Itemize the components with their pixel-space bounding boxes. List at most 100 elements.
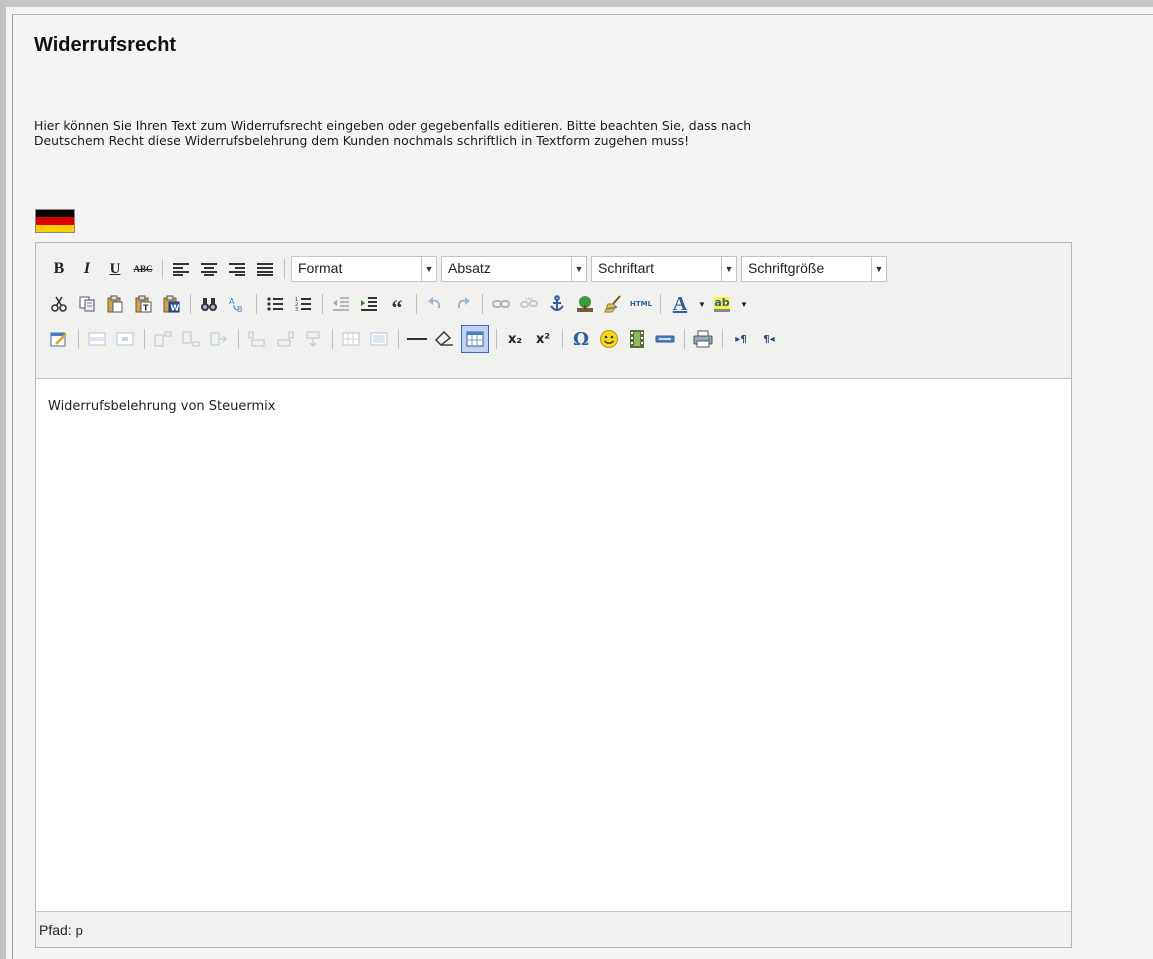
- editor-status-bar: Pfad: p: [36, 911, 1071, 947]
- cleanup-icon[interactable]: [601, 292, 625, 316]
- chevron-down-icon[interactable]: ▼: [571, 257, 586, 281]
- page-description: Hier können Sie Ihren Text zum Widerrufs…: [34, 118, 1149, 148]
- chevron-down-icon[interactable]: ▼: [421, 257, 436, 281]
- cut-icon[interactable]: [47, 292, 71, 316]
- toolbar-separator: [482, 294, 483, 314]
- table-cell-props-icon[interactable]: [113, 327, 137, 351]
- split-cells-icon[interactable]: [339, 327, 363, 351]
- align-left-icon[interactable]: [169, 257, 193, 281]
- editor-content-area[interactable]: Widerrufsbelehrung von Steuermix: [36, 379, 1071, 911]
- indent-icon[interactable]: [357, 292, 381, 316]
- toolbar-separator: [256, 294, 257, 314]
- italic-button[interactable]: I: [75, 257, 99, 281]
- editor-content-text[interactable]: Widerrufsbelehrung von Steuermix: [48, 399, 275, 414]
- svg-text:3: 3: [295, 307, 298, 312]
- visual-aid-icon[interactable]: [461, 325, 489, 353]
- print-icon[interactable]: [691, 327, 715, 351]
- germany-flag-icon[interactable]: [35, 209, 75, 233]
- editor-toolbar: B I U ABC Format ▼ Absatz ▼ Schriftart ▼…: [36, 243, 1071, 379]
- svg-text:T: T: [143, 304, 149, 313]
- font-size-select[interactable]: Schriftgröße ▼: [741, 256, 887, 282]
- bold-button[interactable]: B: [47, 257, 71, 281]
- page-break-icon[interactable]: [653, 327, 677, 351]
- numbered-list-icon[interactable]: 123: [291, 292, 315, 316]
- toolbar-separator: [416, 294, 417, 314]
- horizontal-rule-icon[interactable]: [405, 327, 429, 351]
- link-icon[interactable]: [489, 292, 513, 316]
- special-character-icon[interactable]: Ω: [569, 327, 593, 351]
- toolbar-separator: [144, 329, 145, 349]
- insert-row-before-icon[interactable]: [151, 327, 175, 351]
- toolbar-separator: [684, 329, 685, 349]
- align-justify-icon[interactable]: [253, 257, 277, 281]
- paste-word-icon[interactable]: W: [159, 292, 183, 316]
- image-icon[interactable]: [573, 292, 597, 316]
- underline-button[interactable]: U: [103, 257, 127, 281]
- anchor-icon[interactable]: [545, 292, 569, 316]
- chevron-down-icon[interactable]: ▼: [697, 292, 707, 316]
- strikethrough-button[interactable]: ABC: [131, 257, 155, 281]
- redo-icon[interactable]: [451, 292, 475, 316]
- emoticon-icon[interactable]: [597, 327, 621, 351]
- edit-properties-icon[interactable]: [47, 327, 71, 351]
- paragraph-select-value: Absatz: [448, 260, 491, 276]
- toolbar-separator: [332, 329, 333, 349]
- flag-stripe-red: [36, 217, 74, 225]
- font-color-letter: A: [672, 293, 688, 315]
- page-title: Widerrufsrecht: [34, 34, 177, 56]
- toolbar-separator: [238, 329, 239, 349]
- toolbar-separator: [190, 294, 191, 314]
- align-right-icon[interactable]: [225, 257, 249, 281]
- toolbar-row-1: B I U ABC Format ▼ Absatz ▼ Schriftart ▼…: [47, 255, 891, 283]
- status-path-element[interactable]: p: [76, 923, 83, 938]
- format-select-value: Format: [298, 260, 343, 276]
- toolbar-separator: [562, 329, 563, 349]
- undo-icon[interactable]: [423, 292, 447, 316]
- highlight-letters: ab: [714, 296, 730, 312]
- blockquote-icon[interactable]: “: [385, 292, 409, 320]
- paste-text-icon[interactable]: T: [131, 292, 155, 316]
- insert-col-after-icon[interactable]: [273, 327, 297, 351]
- media-icon[interactable]: [625, 327, 649, 351]
- merge-cells-icon[interactable]: [367, 327, 391, 351]
- chevron-down-icon[interactable]: ▼: [739, 292, 749, 316]
- highlight-color-icon[interactable]: ab: [709, 292, 735, 316]
- html-source-icon[interactable]: HTML: [629, 292, 653, 316]
- replace-icon[interactable]: AB: [225, 292, 249, 316]
- format-select[interactable]: Format ▼: [291, 256, 437, 282]
- font-size-select-value: Schriftgröße: [748, 260, 825, 276]
- chevron-down-icon[interactable]: ▼: [721, 257, 736, 281]
- table-row-props-icon[interactable]: [85, 327, 109, 351]
- insert-col-before-icon[interactable]: [245, 327, 269, 351]
- rtl-direction-icon[interactable]: ¶◂: [757, 327, 781, 351]
- svg-text:W: W: [171, 304, 180, 313]
- toolbar-separator: [284, 259, 285, 279]
- align-center-icon[interactable]: [197, 257, 221, 281]
- paragraph-select[interactable]: Absatz ▼: [441, 256, 587, 282]
- flag-stripe-black: [36, 210, 74, 218]
- svg-text:B: B: [237, 305, 243, 313]
- ltr-direction-icon[interactable]: ▸¶: [729, 327, 753, 351]
- subscript-icon[interactable]: x₂: [503, 327, 527, 351]
- delete-row-icon[interactable]: [207, 327, 231, 351]
- superscript-icon[interactable]: x²: [531, 327, 555, 351]
- eraser-icon[interactable]: [433, 327, 457, 351]
- unlink-icon[interactable]: [517, 292, 541, 316]
- svg-text:A: A: [229, 297, 235, 306]
- font-family-select[interactable]: Schriftart ▼: [591, 256, 737, 282]
- insert-row-after-icon[interactable]: [179, 327, 203, 351]
- paste-icon[interactable]: [103, 292, 127, 316]
- font-family-select-value: Schriftart: [598, 260, 655, 276]
- copy-icon[interactable]: [75, 292, 99, 316]
- font-color-icon[interactable]: A: [667, 292, 693, 316]
- status-path-label: Pfad:: [39, 922, 72, 938]
- outdent-icon[interactable]: [329, 292, 353, 316]
- bullet-list-icon[interactable]: [263, 292, 287, 316]
- toolbar-separator: [722, 329, 723, 349]
- find-icon[interactable]: [197, 292, 221, 316]
- toolbar-separator: [78, 329, 79, 349]
- toolbar-separator: [496, 329, 497, 349]
- toolbar-row-3: x₂ x² Ω ▸¶ ¶◂: [47, 325, 785, 353]
- chevron-down-icon[interactable]: ▼: [871, 257, 886, 281]
- delete-col-icon[interactable]: [301, 327, 325, 351]
